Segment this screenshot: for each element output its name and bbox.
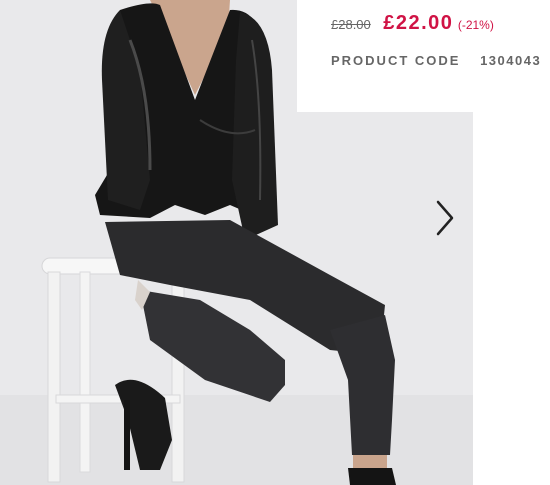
- page-background-strip: [473, 112, 550, 485]
- price-row: £28.00 £22.00 (-21%): [331, 12, 494, 35]
- product-code-row: PRODUCT CODE 1304043: [331, 53, 541, 68]
- current-price: £22.00: [383, 12, 454, 34]
- next-image-button[interactable]: [428, 198, 462, 238]
- chevron-right-icon: [436, 200, 454, 236]
- price-panel: £28.00 £22.00 (-21%) PRODUCT CODE 130404…: [297, 0, 550, 112]
- discount-badge: (-21%): [457, 18, 494, 32]
- product-code-label: PRODUCT CODE: [331, 53, 461, 68]
- old-price: £28.00: [331, 17, 371, 32]
- product-code-value: 1304043: [480, 53, 542, 68]
